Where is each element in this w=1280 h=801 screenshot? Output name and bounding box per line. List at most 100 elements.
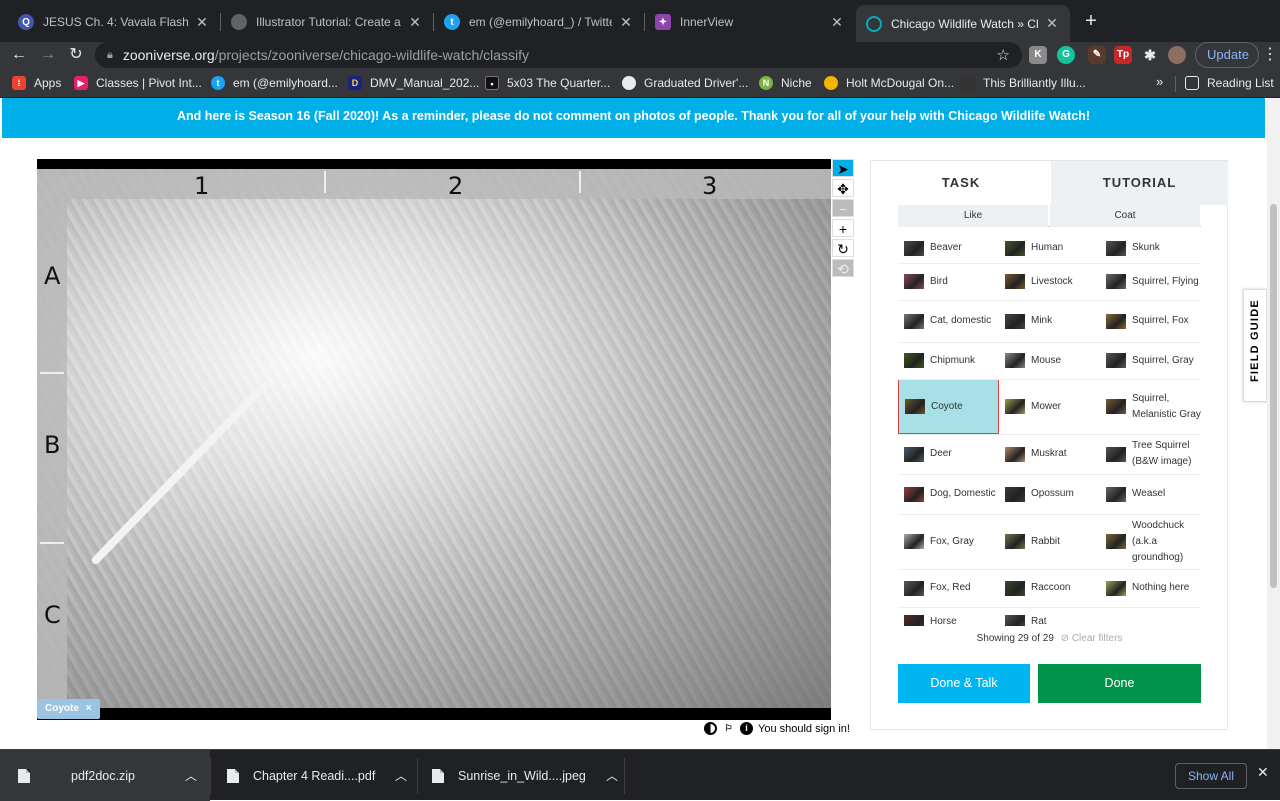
subject-image-viewer[interactable]: 1 2 3 A B C [37,159,831,720]
selected-species-tag[interactable]: Coyote × [37,699,100,719]
species-option-livestock[interactable]: Livestock [999,263,1100,300]
bookmark-apps[interactable]: ⁞ Apps [12,74,61,92]
species-option-human[interactable]: Human [999,233,1100,263]
contrast-icon[interactable] [704,722,717,735]
download-item[interactable]: pdf2doc.zip ︿ [0,750,210,801]
update-button[interactable]: Update [1195,42,1259,68]
bookmark-item[interactable]: t em (@emilyhoard... [211,74,338,92]
reload-button[interactable]: ↻ [64,43,88,67]
page-scrollbar[interactable] [1267,98,1280,749]
species-option-fox-red[interactable]: Fox, Red [898,569,999,607]
species-option-coyote[interactable]: Coyote [898,379,999,434]
tab-close-icon[interactable]: ✕ [194,14,210,31]
species-option-mower[interactable]: Mower [999,379,1100,434]
tab-close-icon[interactable]: ✕ [829,14,845,31]
done-and-talk-button[interactable]: Done & Talk [898,664,1030,703]
filter-like-button[interactable]: Like [898,205,1048,227]
browser-tab[interactable]: Illustrator Tutorial: Create an Ic ✕ [221,4,433,40]
extension-k-icon[interactable]: K [1029,46,1047,64]
bookmark-item[interactable]: D DMV_Manual_202... [348,74,479,92]
species-option-skunk[interactable]: Skunk [1100,233,1201,263]
species-option-rat[interactable]: Rat [999,607,1100,626]
tag-remove-icon[interactable]: × [86,703,92,714]
pan-tool-icon[interactable]: ✥ [832,179,854,197]
grammarly-icon[interactable]: G [1057,46,1075,64]
download-item[interactable]: Chapter 4 Readi....pdf ︿ [211,750,417,801]
extension-dropper-icon[interactable]: ✎ [1088,46,1106,64]
species-option-opossum[interactable]: Opossum [999,474,1100,514]
reading-list-button[interactable]: Reading List [1185,74,1274,92]
species-option-fox-gray[interactable]: Fox, Gray [898,514,999,569]
zoom-in-icon[interactable]: + [832,219,854,237]
species-option-nothing-here[interactable]: Nothing here [1100,569,1201,607]
species-option-squirrel-flying[interactable]: Squirrel, Flying [1100,263,1201,300]
reset-icon[interactable]: ⟲ [832,259,854,277]
species-option-mink[interactable]: Mink [999,300,1100,342]
species-option-beaver[interactable]: Beaver [898,233,999,263]
species-option-muskrat[interactable]: Muskrat [999,434,1100,474]
tab-title: InnerView [680,15,734,29]
flag-icon[interactable]: ⚐ [722,722,735,735]
species-option-squirrel-gray[interactable]: Squirrel, Gray [1100,342,1201,379]
bookmarks-overflow-button[interactable]: » [1156,74,1163,89]
species-option-dog-domestic[interactable]: Dog, Domestic [898,474,999,514]
browser-tab[interactable]: t em (@emilyhoard_) / Twitter ✕ [434,4,644,40]
chevron-up-icon[interactable]: ︿ [185,767,197,784]
species-option-deer[interactable]: Deer [898,434,999,474]
species-grid: Beaver Human Skunk Bird Livestock Squirrel, F… [898,233,1201,626]
forward-button[interactable]: → [36,43,60,67]
tab-close-icon[interactable]: ✕ [407,14,423,31]
field-guide-tab[interactable]: FIELD GUIDE [1243,289,1267,402]
download-item[interactable]: Sunrise_in_Wild....jpeg ︿ [418,750,624,801]
bookmark-label: em (@emilyhoard... [233,76,338,90]
scrollbar-thumb[interactable] [1270,204,1277,588]
species-option-woodchuck-a-k-a-groundhog[interactable]: Woodchuck (a.k.a groundhog) [1100,514,1201,569]
species-option-horse[interactable]: Horse [898,607,999,626]
close-downloads-icon[interactable]: ✕ [1257,764,1269,781]
species-option-weasel[interactable]: Weasel [1100,474,1201,514]
profile-avatar[interactable] [1168,46,1186,64]
tab-close-icon[interactable]: ✕ [618,14,634,31]
show-all-downloads-button[interactable]: Show All [1175,763,1247,789]
filter-coat-button[interactable]: Coat [1050,205,1200,227]
zoom-out-icon[interactable]: − [832,199,854,217]
browser-tab-active[interactable]: Chicago Wildlife Watch » Class ✕ [856,5,1070,42]
bookmark-item[interactable]: Graduated Driver'... [622,74,748,92]
address-bar[interactable]: 🔒︎ zooniverse.org/projects/zooniverse/ch… [95,42,1022,68]
extensions-puzzle-icon[interactable]: ✱ [1141,46,1159,64]
bookmark-item[interactable]: Holt McDougal On... [824,74,954,92]
species-thumbnail [1005,313,1025,329]
species-option-squirrel-melanistic-gray[interactable]: Squirrel, Melanistic Gray [1100,379,1201,434]
done-button[interactable]: Done [1038,664,1201,703]
browser-tab[interactable]: ✦ InnerView ✕ [645,4,855,40]
species-label: Weasel [1132,488,1166,499]
back-button[interactable]: ← [7,43,31,67]
new-tab-button[interactable]: + [1080,10,1102,33]
browser-tab[interactable]: Q JESUS Ch. 4: Vavala Flashcard ✕ [8,4,220,40]
species-option-bird[interactable]: Bird [898,263,999,300]
chevron-up-icon[interactable]: ︿ [606,767,618,784]
bookmark-star-icon[interactable]: ☆ [997,46,1010,64]
tab-task[interactable]: TASK [871,161,1051,205]
extension-tp-icon[interactable]: Tp [1114,46,1132,64]
bookmark-item[interactable]: ▶ Classes | Pivot Int... [74,74,202,92]
bookmark-item[interactable]: This Brilliantly Illu... [961,74,1086,92]
species-option-chipmunk[interactable]: Chipmunk [898,342,999,379]
chevron-up-icon[interactable]: ︿ [395,767,407,784]
info-icon[interactable]: i [740,722,753,735]
species-option-raccoon[interactable]: Raccoon [999,569,1100,607]
species-option-cat-domestic[interactable]: Cat, domestic [898,300,999,342]
species-option-rabbit[interactable]: Rabbit [999,514,1100,569]
species-option-tree-squirrel-b-w-image[interactable]: Tree Squirrel (B&W image) [1100,434,1201,474]
clear-filters-link[interactable]: ⊘ Clear filters [1061,633,1123,644]
pointer-tool-icon[interactable]: ➤ [832,159,854,177]
more-menu-icon[interactable]: ⋮ [1262,44,1278,64]
quizlet-icon: Q [18,14,34,30]
bookmark-item[interactable]: N Niche [759,74,812,92]
tab-close-icon[interactable]: ✕ [1044,15,1060,32]
species-option-mouse[interactable]: Mouse [999,342,1100,379]
species-option-squirrel-fox[interactable]: Squirrel, Fox [1100,300,1201,342]
bookmark-item[interactable]: ▪ 5x03 The Quarter... [485,74,610,92]
rotate-icon[interactable]: ↻ [832,239,854,257]
tab-tutorial[interactable]: TUTORIAL [1051,161,1228,205]
